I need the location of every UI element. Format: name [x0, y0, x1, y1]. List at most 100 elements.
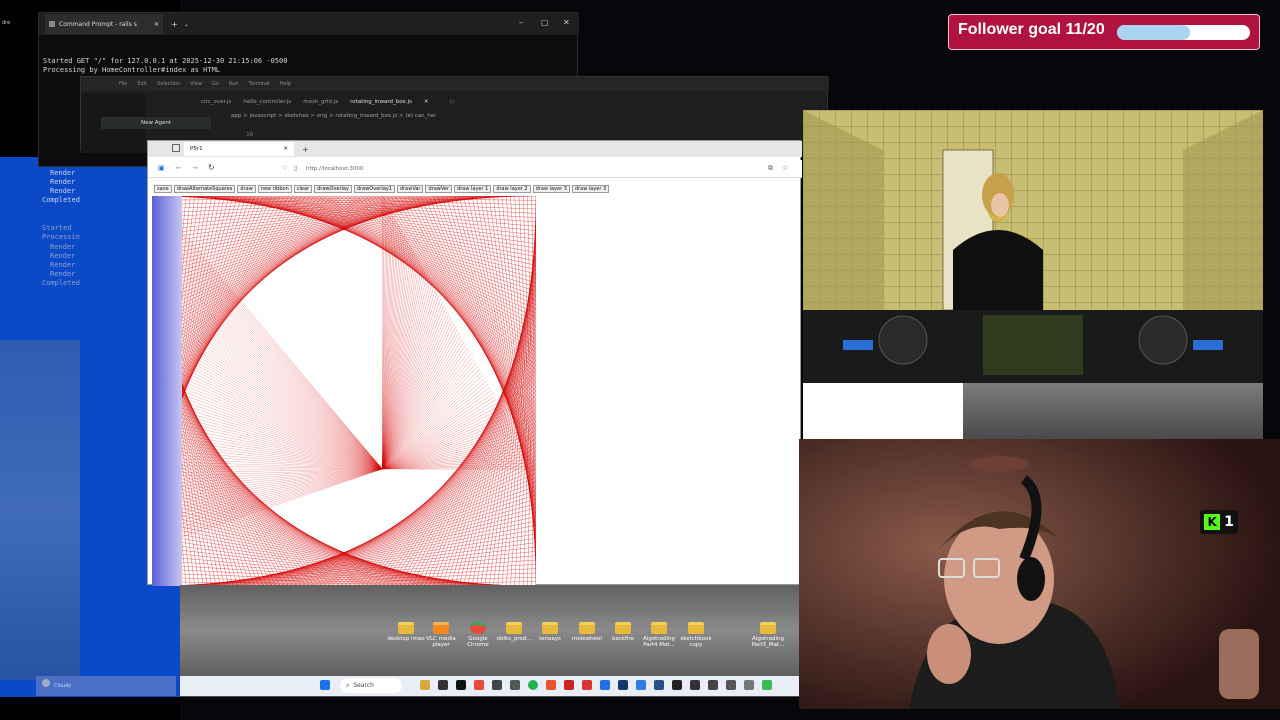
viewer-count: 1 — [1224, 514, 1234, 530]
background-texture — [963, 383, 1263, 439]
close-tab-icon[interactable]: ✕ — [424, 99, 429, 105]
url-field[interactable]: http://localhost:3000 — [306, 166, 363, 172]
tab-hello-controller[interactable]: hello_controller.js — [243, 99, 291, 105]
file-explorer-icon[interactable] — [420, 680, 430, 690]
menu-run[interactable]: Run — [229, 81, 239, 87]
vscode-icon[interactable] — [600, 680, 610, 690]
desktop-icon-label: VLC media player — [426, 636, 456, 648]
desktop-icon-label: terways — [539, 636, 561, 642]
site-info-icon[interactable]: ▯ — [294, 165, 297, 172]
search-icon: ⌕ — [346, 681, 350, 689]
desktop-icon[interactable]: Google Chrome — [458, 622, 498, 648]
cmd-tab[interactable]: Command Prompt - rails s ✕ — [45, 14, 163, 34]
p5-button[interactable]: clear — [293, 185, 313, 193]
p5-canvas[interactable] — [152, 196, 536, 586]
desktop-icon[interactable]: terways — [530, 622, 570, 642]
tab-actions-icon[interactable] — [172, 144, 180, 152]
p5-button[interactable]: drawOverlay1 — [353, 185, 395, 193]
p5-button[interactable]: draw layer 3 — [571, 185, 610, 193]
p5-button[interactable]: drawOverlay — [314, 185, 352, 193]
close-tab-icon[interactable]: ✕ — [283, 146, 288, 152]
chrome-icon[interactable] — [474, 680, 484, 690]
app-icon[interactable] — [708, 680, 718, 690]
terminal-icon[interactable] — [438, 680, 448, 690]
follower-goal-widget: Follower goal 11/20 — [948, 14, 1260, 50]
p5-button[interactable]: draw layer 1 — [454, 185, 492, 193]
menu-selection[interactable]: Selection — [157, 81, 180, 87]
desktop-icon-label: Google Chrome — [467, 636, 489, 648]
browser-window[interactable]: P5r1 ✕ + ▣ ← → ↻ ♡ ▯ ⧉ ☆ http://localhos… — [147, 140, 802, 586]
p5-button[interactable]: draw layer 2 — [493, 185, 531, 193]
breadcrumb[interactable]: app > javascript > sketches > orig > rot… — [231, 113, 436, 119]
app-icon[interactable] — [492, 680, 502, 690]
forward-icon[interactable]: → — [192, 164, 198, 172]
minimize-icon[interactable]: – — [519, 18, 523, 27]
cmd-line: Started — [42, 224, 72, 232]
desktop-icon[interactable]: VLC media player — [421, 622, 461, 648]
desktop-icon-label: sketchbook copy — [680, 636, 712, 648]
new-tab-icon[interactable]: + — [171, 20, 178, 29]
p5-button[interactable]: new ribbon — [257, 185, 292, 193]
desktop-icon[interactable]: oblks_prod... — [494, 622, 534, 642]
maximize-icon[interactable]: ▢ — [541, 18, 549, 27]
chevron-down-icon[interactable]: ⌄ — [184, 21, 189, 28]
p5-button[interactable]: draw — [237, 185, 256, 193]
app-icon[interactable] — [726, 680, 736, 690]
desktop-icon[interactable]: Algotrading Part4 Mat... — [639, 622, 679, 648]
back-icon[interactable]: ← — [176, 164, 182, 172]
tab-rotating-inward-box[interactable]: rotating_inward_box.js — [350, 99, 412, 105]
tab-mesh-grid[interactable]: mesh_grid.js — [303, 99, 338, 105]
tab-circ-over[interactable]: circ_over.js — [201, 99, 231, 105]
menu-file[interactable]: File — [119, 81, 127, 87]
p5-button[interactable]: draw layer 3 — [532, 185, 570, 193]
folder-icon — [615, 622, 631, 634]
desktop-icon[interactable]: Algotrading Part3_Mat... — [748, 622, 788, 648]
app-icon[interactable] — [636, 680, 646, 690]
app-icon[interactable] — [510, 680, 520, 690]
browser-tab[interactable]: P5r1 ✕ — [184, 142, 294, 156]
close-tab-icon[interactable]: ✕ — [154, 21, 159, 28]
app-icon[interactable] — [654, 680, 664, 690]
taskbar-search[interactable]: ⌕ Search — [340, 678, 402, 693]
run-icon[interactable]: ▷ — [451, 99, 455, 105]
menu-go[interactable]: Go — [212, 81, 219, 87]
p5-button[interactable]: save — [154, 185, 172, 193]
vscode-menu-bar: File Edit Selection View Go Run Terminal… — [81, 77, 829, 91]
menu-view[interactable]: View — [190, 81, 202, 87]
app-icon[interactable] — [690, 680, 700, 690]
star-icon[interactable]: ☆ — [782, 164, 788, 172]
desktop-icon[interactable]: beckfire — [603, 622, 643, 642]
windows-start-icon[interactable] — [320, 680, 330, 690]
menu-edit[interactable]: Edit — [137, 81, 147, 87]
app-icon[interactable] — [762, 680, 772, 690]
split-view-icon[interactable]: ⧉ — [768, 164, 773, 173]
p5-button[interactable]: drawAlternateSquares — [173, 185, 236, 193]
app-icon[interactable] — [456, 680, 466, 690]
folder-icon — [433, 622, 449, 634]
sidebar-icon[interactable]: ▣ — [158, 164, 165, 172]
favorite-icon[interactable]: ♡ — [282, 165, 287, 172]
reload-icon[interactable]: ↻ — [208, 163, 215, 172]
desktop-icon[interactable]: sketchbook copy — [676, 622, 716, 648]
spotify-icon[interactable] — [528, 680, 538, 690]
app-icon[interactable] — [546, 680, 556, 690]
app-icon[interactable] — [564, 680, 574, 690]
weather-widget[interactable]: Cloudy — [36, 676, 176, 696]
close-window-icon[interactable]: ✕ — [563, 18, 570, 27]
cmd-line: Render — [50, 169, 76, 177]
menu-terminal[interactable]: Terminal — [249, 81, 270, 87]
app-icon[interactable] — [744, 680, 754, 690]
cmd-tab-title: Command Prompt - rails s — [59, 20, 137, 28]
new-tab-icon[interactable]: + — [302, 145, 309, 154]
menu-help[interactable]: Help — [280, 81, 291, 87]
app-icon[interactable] — [582, 680, 592, 690]
steam-icon[interactable] — [618, 680, 628, 690]
p5-button[interactable]: drawVar — [396, 185, 424, 193]
new-agent-button[interactable]: New Agent — [101, 117, 211, 129]
p5-button[interactable]: drawVer — [425, 185, 453, 193]
cmd-line: Completed — [42, 279, 80, 287]
dj-scene — [803, 110, 1263, 383]
app-icon[interactable] — [672, 680, 682, 690]
desktop-icon[interactable]: desktop imao — [386, 622, 426, 642]
desktop-icon[interactable]: molewheel — [567, 622, 607, 642]
